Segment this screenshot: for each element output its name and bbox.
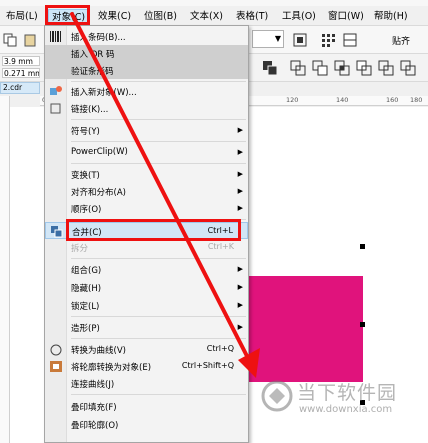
document-tab[interactable]: 2.cdr	[0, 82, 40, 94]
dimension-field-1[interactable]: 3.9 mm	[2, 56, 40, 66]
menu-item-insert-object[interactable]: 插入新对象(W)...	[45, 83, 248, 100]
paste-icon[interactable]	[22, 32, 38, 48]
menu-item-insert-qr[interactable]: 插入 QR 码	[45, 45, 248, 62]
combine-tool-icon[interactable]	[262, 60, 278, 76]
menu-item-lock[interactable]: 锁定(L) ▶	[45, 297, 248, 314]
highlight-box-combine	[66, 219, 241, 241]
selection-handle[interactable]	[360, 244, 365, 249]
watermark-title: 当下软件园	[297, 382, 398, 404]
chevron-right-icon: ▶	[237, 170, 243, 178]
zoom-dropdown[interactable]: ▼	[252, 30, 284, 48]
chevron-right-icon: ▶	[237, 301, 243, 309]
chevron-right-icon: ▶	[237, 204, 243, 212]
link-icon	[49, 102, 63, 115]
menu-item-insert-barcode[interactable]: 插入条码(B)...	[45, 28, 248, 45]
combine-icon	[50, 225, 64, 238]
menu-item-overprint-fill[interactable]: 叠印填充(F)	[45, 398, 248, 415]
menu-item-transform[interactable]: 变换(T) ▶	[45, 166, 248, 183]
snap-to-button[interactable]: 贴齐	[392, 34, 410, 47]
vertical-ruler	[0, 96, 10, 443]
convert-curve-icon	[49, 343, 63, 356]
menu-separator	[71, 81, 246, 82]
insert-object-icon	[49, 85, 63, 98]
menu-item-join-curves[interactable]: 连接曲线(J)	[45, 375, 248, 392]
grid-icon[interactable]	[320, 32, 336, 48]
watermark-logo-icon	[261, 380, 293, 412]
menu-item-link[interactable]: 链接(K)...	[45, 100, 248, 117]
simplify-icon[interactable]	[356, 60, 372, 76]
ruler-mark: 160	[386, 96, 399, 104]
chevron-right-icon: ▶	[237, 265, 243, 273]
watermark: 当下软件园 www.downxia.com	[255, 372, 425, 442]
selection-handle[interactable]	[360, 322, 365, 327]
menu-window[interactable]: 窗口(W)	[328, 9, 364, 24]
menu-separator	[71, 338, 246, 339]
ruler-mark: 140	[336, 96, 349, 104]
menu-bitmaps[interactable]: 位图(B)	[144, 9, 177, 24]
menu-item-symbol[interactable]: 符号(Y) ▶	[45, 122, 248, 139]
outline-to-object-icon	[49, 360, 63, 373]
chevron-right-icon: ▶	[237, 148, 243, 156]
chevron-right-icon: ▶	[237, 283, 243, 291]
menu-item-align-distribute[interactable]: 对齐和分布(A) ▶	[45, 183, 248, 200]
menu-layout[interactable]: 布局(L)	[6, 9, 38, 24]
front-minus-back-icon[interactable]	[378, 60, 394, 76]
copy-icon[interactable]	[2, 32, 18, 48]
full-screen-icon[interactable]	[292, 32, 308, 48]
menu-item-order[interactable]: 顺序(O) ▶	[45, 200, 248, 217]
menu-item-group[interactable]: 组合(G) ▶	[45, 261, 248, 278]
menu-help[interactable]: 帮助(H)	[374, 9, 408, 24]
menu-separator	[71, 394, 246, 395]
ruler-mark: 180	[410, 96, 423, 104]
highlight-box-object-menu	[45, 5, 90, 25]
menu-item-shaping[interactable]: 造形(P) ▶	[45, 319, 248, 336]
menu-effects[interactable]: 效果(C)	[98, 9, 131, 24]
menu-separator	[71, 119, 246, 120]
back-minus-front-icon[interactable]	[400, 60, 416, 76]
menu-item-validate-barcode[interactable]: 验证条形码	[45, 62, 248, 79]
guidelines-icon[interactable]	[342, 32, 358, 48]
chevron-right-icon: ▶	[237, 323, 243, 331]
chevron-right-icon: ▶	[237, 126, 243, 134]
menu-tools[interactable]: 工具(O)	[282, 9, 316, 24]
chevron-right-icon: ▶	[237, 187, 243, 195]
menu-text[interactable]: 文本(X)	[190, 9, 223, 24]
menu-separator	[71, 163, 246, 164]
trim-icon[interactable]	[312, 60, 328, 76]
menu-item-convert-to-curves[interactable]: 转换为曲线(V) Ctrl+Q	[45, 341, 248, 358]
menu-separator	[71, 316, 246, 317]
menu-item-break-apart: 拆分 Ctrl+K	[71, 242, 234, 254]
dimension-field-2[interactable]: 0.271 mm	[2, 68, 40, 78]
intersect-icon[interactable]	[334, 60, 350, 76]
selected-rectangle[interactable]	[245, 276, 363, 382]
menu-separator	[71, 258, 246, 259]
watermark-url: www.downxia.com	[299, 404, 393, 415]
ruler-mark: 120	[286, 96, 299, 104]
menu-item-overprint-outline[interactable]: 叠印轮廓(O)	[45, 416, 248, 433]
menu-item-outline-to-object[interactable]: 将轮廓转换为对象(E) Ctrl+Shift+Q	[45, 358, 248, 375]
barcode-icon	[49, 30, 63, 43]
menu-table[interactable]: 表格(T)	[236, 9, 268, 24]
menu-item-powerclip[interactable]: PowerClip(W) ▶	[45, 144, 248, 161]
weld-icon[interactable]	[290, 60, 306, 76]
chevron-down-icon: ▼	[274, 34, 281, 43]
menu-item-hide[interactable]: 隐藏(H) ▶	[45, 279, 248, 296]
menu-separator	[71, 141, 246, 142]
